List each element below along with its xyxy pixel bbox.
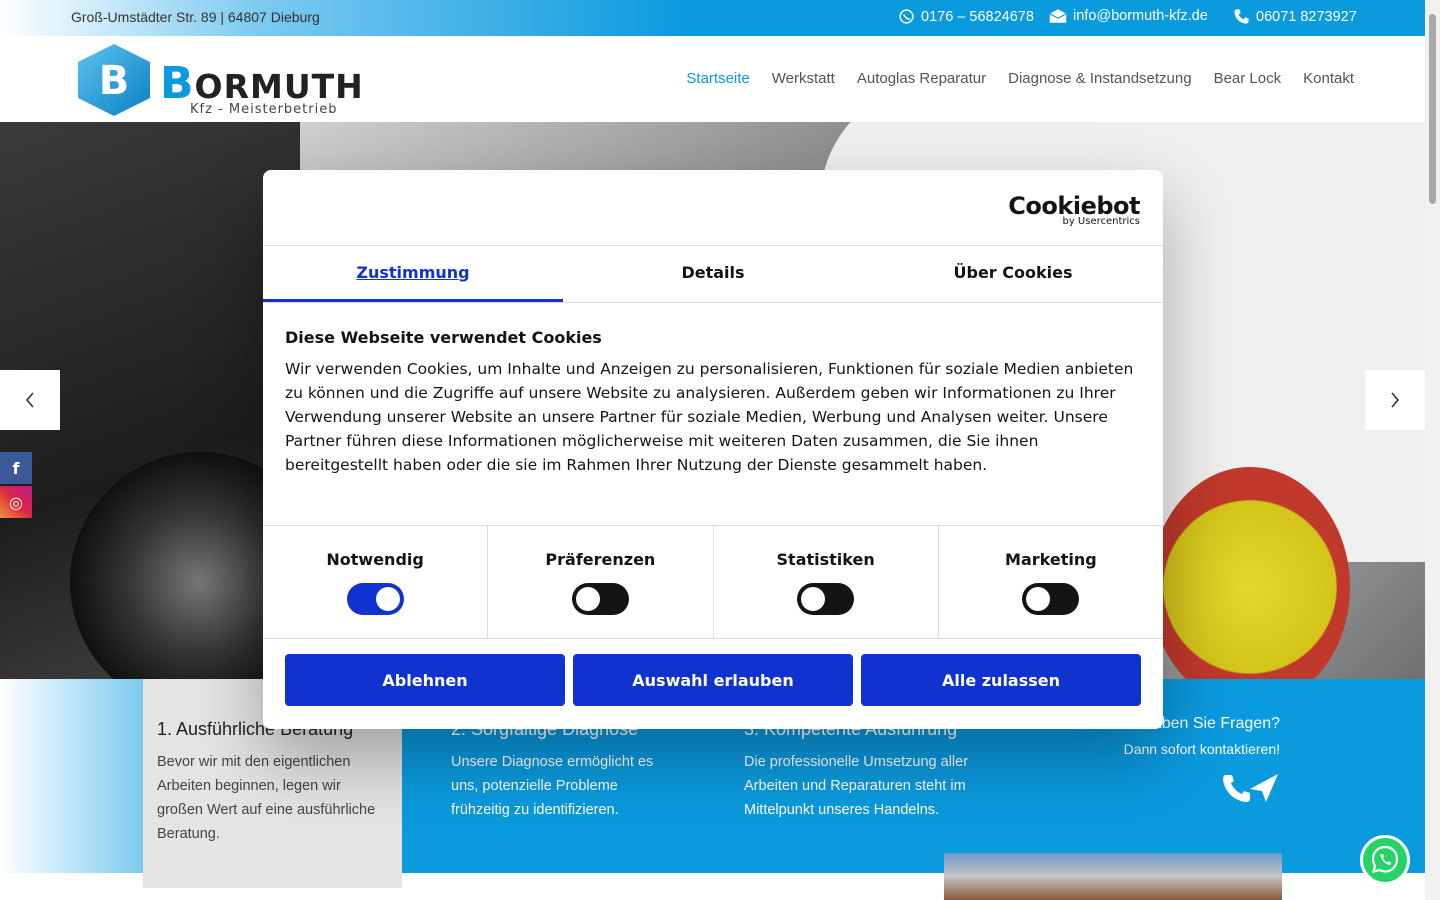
- whatsapp-link[interactable]: 0176 – 56824678: [898, 8, 1034, 25]
- allow-all-button[interactable]: Alle zulassen: [861, 654, 1141, 706]
- logo[interactable]: B BORMUTH Kfz - Meisterbetrieb: [74, 42, 364, 118]
- nav-startseite[interactable]: Startseite: [686, 70, 749, 87]
- phone-icon: [1234, 9, 1249, 24]
- step-text: Bevor wir mit den eigentlichen Arbeiten …: [157, 754, 376, 842]
- category-notwendig: Notwendig: [263, 526, 489, 638]
- site-header: B BORMUTH Kfz - Meisterbetrieb Startseit…: [0, 36, 1425, 122]
- address-text: Groß-Umstädter Str. 89 | 64807 Dieburg: [71, 9, 320, 25]
- logo-subtitle: Kfz - Meisterbetrieb: [190, 102, 338, 117]
- cookie-heading: Diese Webseite verwendet Cookies: [285, 328, 602, 347]
- chevron-right-icon: [1391, 392, 1400, 408]
- nav-werkstatt[interactable]: Werkstatt: [772, 70, 835, 87]
- cookie-consent-dialog: Cookiebot by Usercentrics Zustimmung Det…: [263, 170, 1163, 729]
- toggle-marketing[interactable]: [1022, 583, 1080, 615]
- step-text: Unsere Diagnose ermöglicht es uns, poten…: [451, 754, 654, 818]
- category-statistiken: Statistiken: [714, 526, 939, 638]
- toggle-knob: [1026, 587, 1051, 611]
- toggle-statistiken[interactable]: [797, 583, 855, 615]
- instagram-link[interactable]: ◎: [0, 486, 32, 518]
- whatsapp-icon: [899, 9, 914, 24]
- chevron-left-icon: [25, 392, 34, 408]
- slider-next-button[interactable]: [1365, 370, 1425, 430]
- house-photo: [944, 853, 1282, 900]
- cookie-buttons: Ablehnen Auswahl erlauben Alle zulassen: [285, 654, 1141, 706]
- email-link[interactable]: info@bormuth-kfz.de: [1049, 8, 1208, 24]
- cookie-text: Wir verwenden Cookies, um Inhalte und An…: [285, 360, 1134, 474]
- nav-diagnose-instandsetzung[interactable]: Diagnose & Instandsetzung: [1008, 70, 1191, 87]
- whatsapp-number: 0176 – 56824678: [921, 8, 1034, 25]
- whatsapp-icon: [1371, 845, 1399, 874]
- toggle-knob: [575, 587, 600, 611]
- phone-number: 06071 8273927: [1256, 8, 1357, 25]
- main-nav: Startseite Werkstatt Autoglas Reparatur …: [686, 70, 1354, 87]
- tab-zustimmung[interactable]: Zustimmung: [263, 246, 563, 302]
- nav-autoglas-reparatur[interactable]: Autoglas Reparatur: [857, 70, 986, 87]
- step-text: Die professionelle Umsetzung aller Arbei…: [744, 754, 969, 818]
- decline-button[interactable]: Ablehnen: [285, 654, 565, 706]
- steps-gradient: [0, 679, 143, 873]
- questions-block: Haben Sie Fragen? Dann sofort kontaktier…: [1124, 715, 1280, 810]
- slider-prev-button[interactable]: [0, 370, 60, 430]
- category-label: Marketing: [1005, 550, 1097, 569]
- whatsapp-float-button[interactable]: [1360, 835, 1410, 885]
- nav-kontakt[interactable]: Kontakt: [1303, 70, 1354, 87]
- instagram-icon: ◎: [9, 492, 23, 512]
- scrollbar-thumb[interactable]: [1429, 14, 1436, 204]
- tab-details[interactable]: Details: [563, 246, 863, 302]
- tab-ueber-cookies[interactable]: Über Cookies: [863, 246, 1163, 302]
- nav-bear-lock[interactable]: Bear Lock: [1214, 70, 1282, 87]
- page-scrollbar[interactable]: [1425, 0, 1440, 900]
- svg-text:B: B: [99, 58, 130, 104]
- phone-send-icon[interactable]: [1220, 771, 1280, 805]
- cookie-category-toggles: Notwendig Präferenzen Statistiken Market…: [263, 525, 1163, 639]
- logo-hexagon-icon: B: [78, 44, 150, 116]
- facebook-link[interactable]: f: [0, 452, 32, 484]
- cookiebot-logo: Cookiebot by Usercentrics: [1008, 192, 1140, 227]
- category-label: Statistiken: [776, 550, 875, 569]
- cookie-body: Diese Webseite verwendet Cookies Wir ver…: [285, 328, 1141, 477]
- category-label: Notwendig: [326, 550, 424, 569]
- category-praeferenzen: Präferenzen: [488, 526, 714, 638]
- toggle-notwendig[interactable]: [346, 583, 404, 615]
- cookie-tabs: Zustimmung Details Über Cookies: [263, 245, 1163, 303]
- top-bar: Groß-Umstädter Str. 89 | 64807 Dieburg 0…: [0, 0, 1425, 36]
- category-label: Präferenzen: [545, 550, 656, 569]
- toggle-praeferenzen[interactable]: [571, 583, 629, 615]
- toggle-knob: [801, 587, 826, 611]
- category-marketing: Marketing: [939, 526, 1163, 638]
- email-address: info@bormuth-kfz.de: [1073, 8, 1208, 24]
- facebook-icon: f: [12, 458, 20, 478]
- questions-subtitle: Dann sofort kontaktieren!: [1123, 741, 1280, 757]
- allow-selection-button[interactable]: Auswahl erlauben: [573, 654, 853, 706]
- mail-icon: [1049, 9, 1067, 23]
- phone-link[interactable]: 06071 8273927: [1233, 8, 1357, 25]
- toggle-knob: [375, 587, 400, 611]
